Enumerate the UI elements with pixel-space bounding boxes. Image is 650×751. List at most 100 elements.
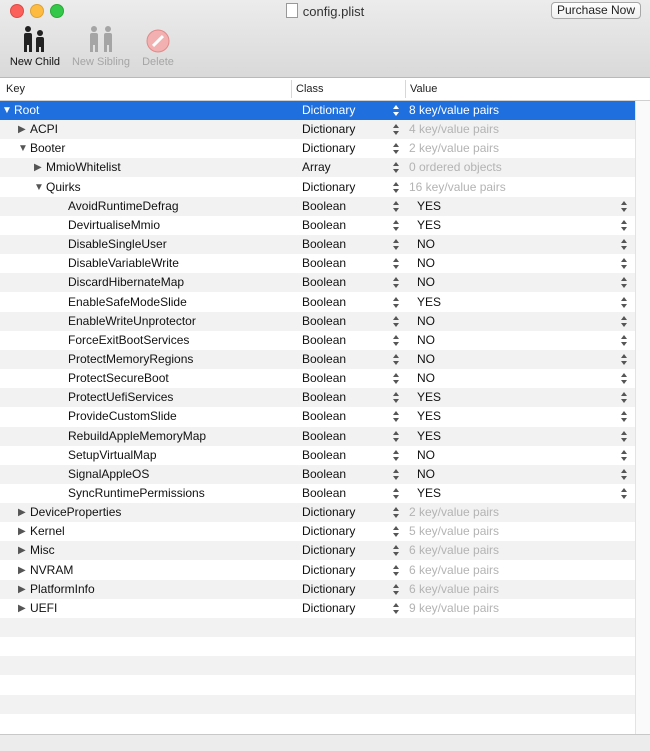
class-stepper-icon[interactable] bbox=[393, 123, 400, 136]
value-cell[interactable]: 2 key/value pairs bbox=[409, 503, 499, 522]
class-stepper-icon[interactable] bbox=[393, 506, 400, 519]
table-row[interactable]: DisableSingleUser Boolean NO bbox=[0, 235, 635, 255]
class-stepper-icon[interactable] bbox=[393, 449, 400, 462]
value-cell[interactable]: NO bbox=[417, 273, 435, 292]
class-stepper-icon[interactable] bbox=[393, 583, 400, 596]
class-column-header[interactable]: Class bbox=[296, 83, 324, 95]
value-cell[interactable]: YES bbox=[417, 293, 441, 312]
class-cell[interactable]: Dictionary bbox=[302, 522, 355, 541]
class-stepper-icon[interactable] bbox=[393, 315, 400, 328]
class-stepper-icon[interactable] bbox=[393, 544, 400, 557]
class-stepper-icon[interactable] bbox=[393, 353, 400, 366]
key-cell[interactable]: DiscardHibernateMap bbox=[68, 273, 184, 292]
key-cell[interactable]: Misc bbox=[30, 541, 55, 560]
class-cell[interactable]: Dictionary bbox=[302, 101, 355, 120]
value-stepper-icon[interactable] bbox=[621, 430, 628, 443]
table-row[interactable]: ▶ PlatformInfo Dictionary 6 key/value pairs bbox=[0, 579, 635, 599]
class-cell[interactable]: Dictionary bbox=[302, 599, 355, 618]
value-cell[interactable]: 4 key/value pairs bbox=[409, 120, 499, 139]
value-stepper-icon[interactable] bbox=[621, 200, 628, 213]
table-row[interactable]: ▶ NVRAM Dictionary 6 key/value pairs bbox=[0, 561, 635, 580]
value-cell[interactable]: YES bbox=[417, 407, 441, 426]
table-row[interactable]: SignalAppleOS Boolean NO bbox=[0, 464, 635, 484]
value-cell[interactable]: 16 key/value pairs bbox=[409, 178, 506, 197]
disclosure-closed-icon[interactable]: ▶ bbox=[18, 599, 28, 618]
key-cell[interactable]: EnableWriteUnprotector bbox=[68, 312, 196, 331]
value-cell[interactable]: NO bbox=[417, 465, 435, 484]
class-cell[interactable]: Boolean bbox=[302, 254, 346, 273]
value-cell[interactable]: 6 key/value pairs bbox=[409, 580, 499, 599]
table-row[interactable]: EnableWriteUnprotector Boolean NO bbox=[0, 311, 635, 331]
value-cell[interactable]: YES bbox=[417, 484, 441, 503]
disclosure-closed-icon[interactable]: ▶ bbox=[18, 522, 28, 541]
key-cell[interactable]: AvoidRuntimeDefrag bbox=[68, 197, 179, 216]
key-cell[interactable]: ForceExitBootServices bbox=[68, 331, 189, 350]
class-cell[interactable]: Boolean bbox=[302, 235, 346, 254]
class-stepper-icon[interactable] bbox=[393, 391, 400, 404]
class-cell[interactable]: Boolean bbox=[302, 197, 346, 216]
key-cell[interactable]: RebuildAppleMemoryMap bbox=[68, 427, 206, 446]
class-cell[interactable]: Boolean bbox=[302, 369, 346, 388]
class-cell[interactable]: Dictionary bbox=[302, 139, 355, 158]
class-cell[interactable]: Boolean bbox=[302, 216, 346, 235]
key-cell[interactable]: ProtectUefiServices bbox=[68, 388, 173, 407]
value-cell[interactable]: YES bbox=[417, 427, 441, 446]
key-cell[interactable]: UEFI bbox=[30, 599, 57, 618]
class-stepper-icon[interactable] bbox=[393, 296, 400, 309]
value-stepper-icon[interactable] bbox=[621, 449, 628, 462]
table-row[interactable]: SetupVirtualMap Boolean NO bbox=[0, 446, 635, 465]
table-row[interactable]: DisableVariableWrite Boolean NO bbox=[0, 254, 635, 273]
class-stepper-icon[interactable] bbox=[393, 161, 400, 174]
class-cell[interactable]: Boolean bbox=[302, 427, 346, 446]
key-cell[interactable]: DisableSingleUser bbox=[68, 235, 167, 254]
key-cell[interactable]: Quirks bbox=[46, 178, 81, 197]
key-cell[interactable]: ProtectMemoryRegions bbox=[68, 350, 193, 369]
table-row[interactable]: AvoidRuntimeDefrag Boolean YES bbox=[0, 196, 635, 216]
key-cell[interactable]: Kernel bbox=[30, 522, 65, 541]
value-stepper-icon[interactable] bbox=[621, 276, 628, 289]
value-cell[interactable]: NO bbox=[417, 350, 435, 369]
class-stepper-icon[interactable] bbox=[393, 334, 400, 347]
class-stepper-icon[interactable] bbox=[393, 200, 400, 213]
table-row[interactable]: ProtectSecureBoot Boolean NO bbox=[0, 369, 635, 388]
class-cell[interactable]: Dictionary bbox=[302, 561, 355, 580]
class-cell[interactable]: Boolean bbox=[302, 273, 346, 292]
table-row[interactable]: ▶ MmioWhitelist Array 0 ordered objects bbox=[0, 158, 635, 178]
table-row[interactable]: ▼ Root Dictionary 8 key/value pairs bbox=[0, 101, 635, 120]
class-stepper-icon[interactable] bbox=[393, 238, 400, 251]
value-stepper-icon[interactable] bbox=[621, 257, 628, 270]
value-stepper-icon[interactable] bbox=[621, 353, 628, 366]
value-cell[interactable]: NO bbox=[417, 331, 435, 350]
class-cell[interactable]: Boolean bbox=[302, 312, 346, 331]
class-stepper-icon[interactable] bbox=[393, 372, 400, 385]
disclosure-closed-icon[interactable]: ▶ bbox=[18, 120, 28, 139]
value-stepper-icon[interactable] bbox=[621, 219, 628, 232]
class-cell[interactable]: Boolean bbox=[302, 293, 346, 312]
class-cell[interactable]: Dictionary bbox=[302, 178, 355, 197]
key-cell[interactable]: Root bbox=[14, 101, 39, 120]
value-cell[interactable]: NO bbox=[417, 369, 435, 388]
class-stepper-icon[interactable] bbox=[393, 276, 400, 289]
value-cell[interactable]: YES bbox=[417, 388, 441, 407]
value-cell[interactable]: 0 ordered objects bbox=[409, 158, 502, 177]
value-stepper-icon[interactable] bbox=[621, 372, 628, 385]
key-cell[interactable]: SetupVirtualMap bbox=[68, 446, 157, 465]
class-cell[interactable]: Dictionary bbox=[302, 541, 355, 560]
value-stepper-icon[interactable] bbox=[621, 315, 628, 328]
table-row[interactable]: ▶ UEFI Dictionary 9 key/value pairs bbox=[0, 599, 635, 618]
class-cell[interactable]: Dictionary bbox=[302, 503, 355, 522]
value-cell[interactable]: NO bbox=[417, 254, 435, 273]
table-row[interactable]: DevirtualiseMmio Boolean YES bbox=[0, 216, 635, 235]
value-stepper-icon[interactable] bbox=[621, 296, 628, 309]
value-cell[interactable]: NO bbox=[417, 235, 435, 254]
class-stepper-icon[interactable] bbox=[393, 525, 400, 538]
disclosure-closed-icon[interactable]: ▶ bbox=[18, 541, 28, 560]
table-row[interactable]: ProvideCustomSlide Boolean YES bbox=[0, 407, 635, 426]
disclosure-closed-icon[interactable]: ▶ bbox=[34, 158, 44, 177]
class-cell[interactable]: Boolean bbox=[302, 350, 346, 369]
disclosure-closed-icon[interactable]: ▶ bbox=[18, 503, 28, 522]
new-child-button[interactable]: New Child bbox=[6, 26, 64, 68]
table-row[interactable]: EnableSafeModeSlide Boolean YES bbox=[0, 293, 635, 312]
table-row[interactable]: ▶ Kernel Dictionary 5 key/value pairs bbox=[0, 522, 635, 541]
value-stepper-icon[interactable] bbox=[621, 468, 628, 481]
